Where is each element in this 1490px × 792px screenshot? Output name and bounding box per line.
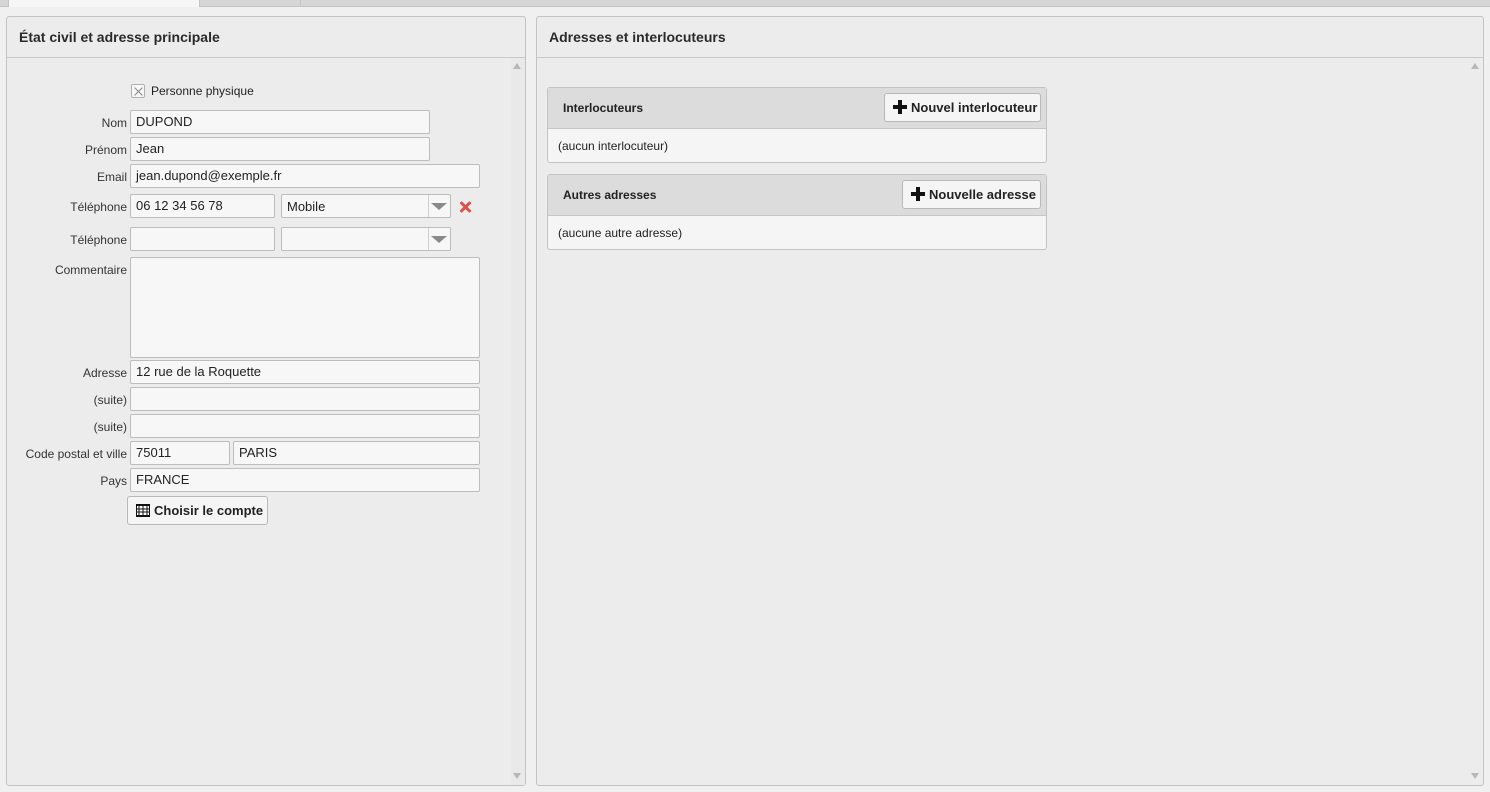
civil-status-panel-title: État civil et adresse principale (7, 17, 525, 58)
telephone1-input[interactable]: 06 12 34 56 78 (130, 194, 275, 218)
civil-status-panel: État civil et adresse principale Personn… (6, 16, 526, 786)
nom-input[interactable]: DUPOND (130, 110, 430, 134)
tab-divider (300, 0, 301, 6)
commentaire-textarea[interactable] (130, 257, 480, 358)
telephone1-type-value: Mobile (287, 199, 326, 214)
telephone2-label: Téléphone (70, 233, 127, 247)
chevron-down-icon (431, 236, 447, 243)
scroll-down-icon[interactable] (1471, 773, 1479, 779)
autres-adresses-empty: (aucune autre adresse) (558, 226, 683, 240)
suite2-input[interactable] (130, 414, 480, 438)
autres-adresses-title: Autres adresses (563, 188, 657, 202)
add-interlocuteur-button[interactable]: Nouvel interlocuteur (884, 93, 1041, 122)
chevron-down-icon (431, 203, 447, 210)
active-tab[interactable] (8, 0, 200, 7)
ledger-icon (136, 504, 150, 517)
delete-phone-icon[interactable] (459, 200, 473, 214)
interlocuteurs-header: Interlocuteurs Nouvel interlocuteur (548, 88, 1046, 129)
addresses-panel-body: Interlocuteurs Nouvel interlocuteur (auc… (537, 58, 1483, 785)
dropdown-toggle[interactable] (428, 195, 450, 217)
scrollbar[interactable] (511, 58, 525, 785)
prenom-label: Prénom (84, 143, 127, 157)
suite1-input[interactable] (130, 387, 480, 411)
cp-ville-label: Code postal et ville (25, 447, 127, 461)
nom-label: Nom (101, 116, 127, 130)
pays-input[interactable]: FRANCE (130, 468, 480, 492)
add-interlocuteur-label: Nouvel interlocuteur (911, 100, 1038, 115)
telephone2-input[interactable] (130, 227, 275, 251)
dropdown-toggle[interactable] (428, 228, 450, 250)
telephone2-type-select[interactable] (281, 227, 451, 251)
scroll-up-icon[interactable] (513, 63, 521, 69)
add-adresse-button[interactable]: Nouvelle adresse (902, 180, 1041, 209)
interlocuteurs-empty: (aucun interlocuteur) (558, 139, 669, 153)
addresses-panel-title: Adresses et interlocuteurs (537, 17, 1483, 58)
suite1-label: (suite) (93, 393, 127, 407)
choose-account-button[interactable]: Choisir le compte (127, 496, 268, 525)
interlocuteurs-title: Interlocuteurs (563, 101, 644, 115)
telephone1-label: Téléphone (70, 200, 127, 214)
suite2-label: (suite) (93, 420, 127, 434)
scroll-up-icon[interactable] (1471, 63, 1479, 69)
autres-adresses-header: Autres adresses Nouvelle adresse (548, 175, 1046, 216)
adresse-label: Adresse (82, 366, 127, 380)
person-checkbox-label: Personne physique (151, 84, 254, 98)
code-postal-input[interactable]: 75011 (130, 441, 230, 465)
person-checkbox[interactable] (131, 84, 145, 98)
telephone1-type-select[interactable]: Mobile (281, 194, 451, 218)
add-adresse-label: Nouvelle adresse (929, 187, 1036, 202)
pays-label: Pays (100, 474, 127, 488)
civil-status-form: Personne physique Nom DUPOND Prénom Jean… (7, 58, 525, 785)
autres-adresses-section: Autres adresses Nouvelle adresse (aucune… (547, 174, 1047, 250)
interlocuteurs-section: Interlocuteurs Nouvel interlocuteur (auc… (547, 87, 1047, 163)
email-input[interactable]: jean.dupond@exemple.fr (130, 164, 480, 188)
tab-strip (0, 0, 1490, 7)
prenom-input[interactable]: Jean (130, 137, 430, 161)
ville-input[interactable]: PARIS (233, 441, 480, 465)
email-label: Email (96, 170, 127, 184)
plus-icon (911, 187, 925, 201)
addresses-panel: Adresses et interlocuteurs Interlocuteur… (536, 16, 1484, 786)
scroll-down-icon[interactable] (513, 773, 521, 779)
choose-account-label: Choisir le compte (154, 503, 264, 518)
plus-icon (893, 100, 907, 114)
adresse-input[interactable]: 12 rue de la Roquette (130, 360, 480, 384)
commentaire-label: Commentaire (54, 263, 127, 277)
